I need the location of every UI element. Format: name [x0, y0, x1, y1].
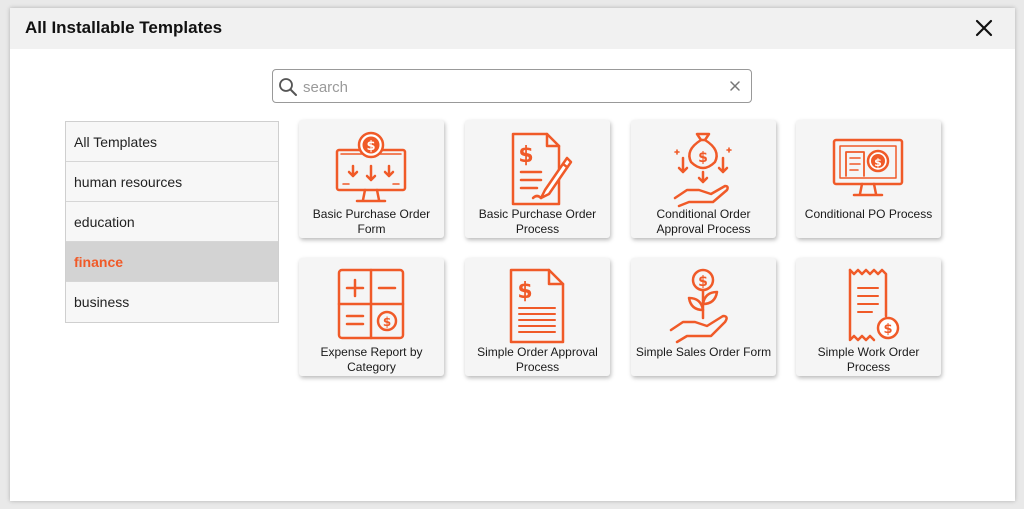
template-card-simple-work-order-process[interactable]: $ Simple Work Order Process — [796, 258, 941, 376]
template-label: Conditional PO Process — [804, 207, 933, 221]
template-card-simple-sales-order-form[interactable]: $ Simple Sales Order Form — [631, 258, 776, 376]
svg-text:$: $ — [874, 156, 882, 169]
category-finance[interactable]: finance — [66, 242, 278, 282]
receipt-coin-icon: $ — [848, 268, 900, 342]
template-card-conditional-po-process[interactable]: $ Conditional PO Process — [796, 120, 941, 238]
monitor-dollar-icon: $ — [335, 131, 407, 203]
category-education[interactable]: education — [66, 202, 278, 242]
svg-text:$: $ — [366, 139, 375, 154]
svg-text:$: $ — [383, 315, 391, 329]
template-card-conditional-order-approval-process[interactable]: $ Conditional Order Approval Process — [631, 120, 776, 238]
template-label: Simple Order Approval Process — [477, 345, 598, 374]
invoice-document-icon: $ — [509, 268, 565, 344]
svg-text:$: $ — [518, 143, 533, 168]
calculator-icon: $ — [337, 268, 405, 340]
template-label: Simple Work Order Process — [817, 345, 920, 374]
category-human-resources[interactable]: human resources — [66, 162, 278, 202]
search-icon — [279, 78, 297, 96]
dialog-header: All Installable Templates — [10, 8, 1015, 49]
template-card-basic-purchase-order-process[interactable]: $ Basic Purchase Order Process — [465, 120, 610, 238]
monitor-invoice-icon: $ — [832, 138, 904, 197]
template-label: Expense Report by Category — [320, 345, 423, 374]
template-label: Conditional Order Approval Process — [656, 207, 751, 236]
svg-text:$: $ — [517, 279, 532, 304]
search-box — [272, 69, 752, 103]
category-business[interactable]: business — [66, 282, 278, 322]
template-label: Simple Sales Order Form — [635, 345, 772, 359]
category-list: All Templates human resources education … — [65, 121, 279, 323]
search-input[interactable] — [301, 74, 725, 100]
hand-plant-coin-icon: $ — [669, 268, 728, 344]
svg-text:$: $ — [883, 322, 892, 337]
template-card-simple-order-approval-process[interactable]: $ Simple Order Approval Process — [465, 258, 610, 376]
svg-text:$: $ — [698, 274, 708, 290]
template-card-expense-report-by-category[interactable]: $ Expense Report by Category — [299, 258, 444, 376]
template-card-basic-purchase-order-form[interactable]: $ Basic Purchase Order Form — [299, 120, 444, 238]
close-icon[interactable] — [973, 17, 995, 39]
template-label: Basic Purchase Order Form — [312, 207, 431, 236]
category-all-templates[interactable]: All Templates — [66, 122, 278, 162]
dialog-title: All Installable Templates — [25, 18, 223, 37]
clear-search-icon[interactable] — [728, 79, 742, 93]
svg-text:$: $ — [698, 150, 708, 166]
templates-dialog: All Installable Templates All Templates … — [10, 8, 1015, 501]
money-bag-hand-icon: $ — [673, 132, 732, 208]
document-pen-icon: $ — [511, 132, 573, 206]
template-label: Basic Purchase Order Process — [478, 207, 597, 236]
